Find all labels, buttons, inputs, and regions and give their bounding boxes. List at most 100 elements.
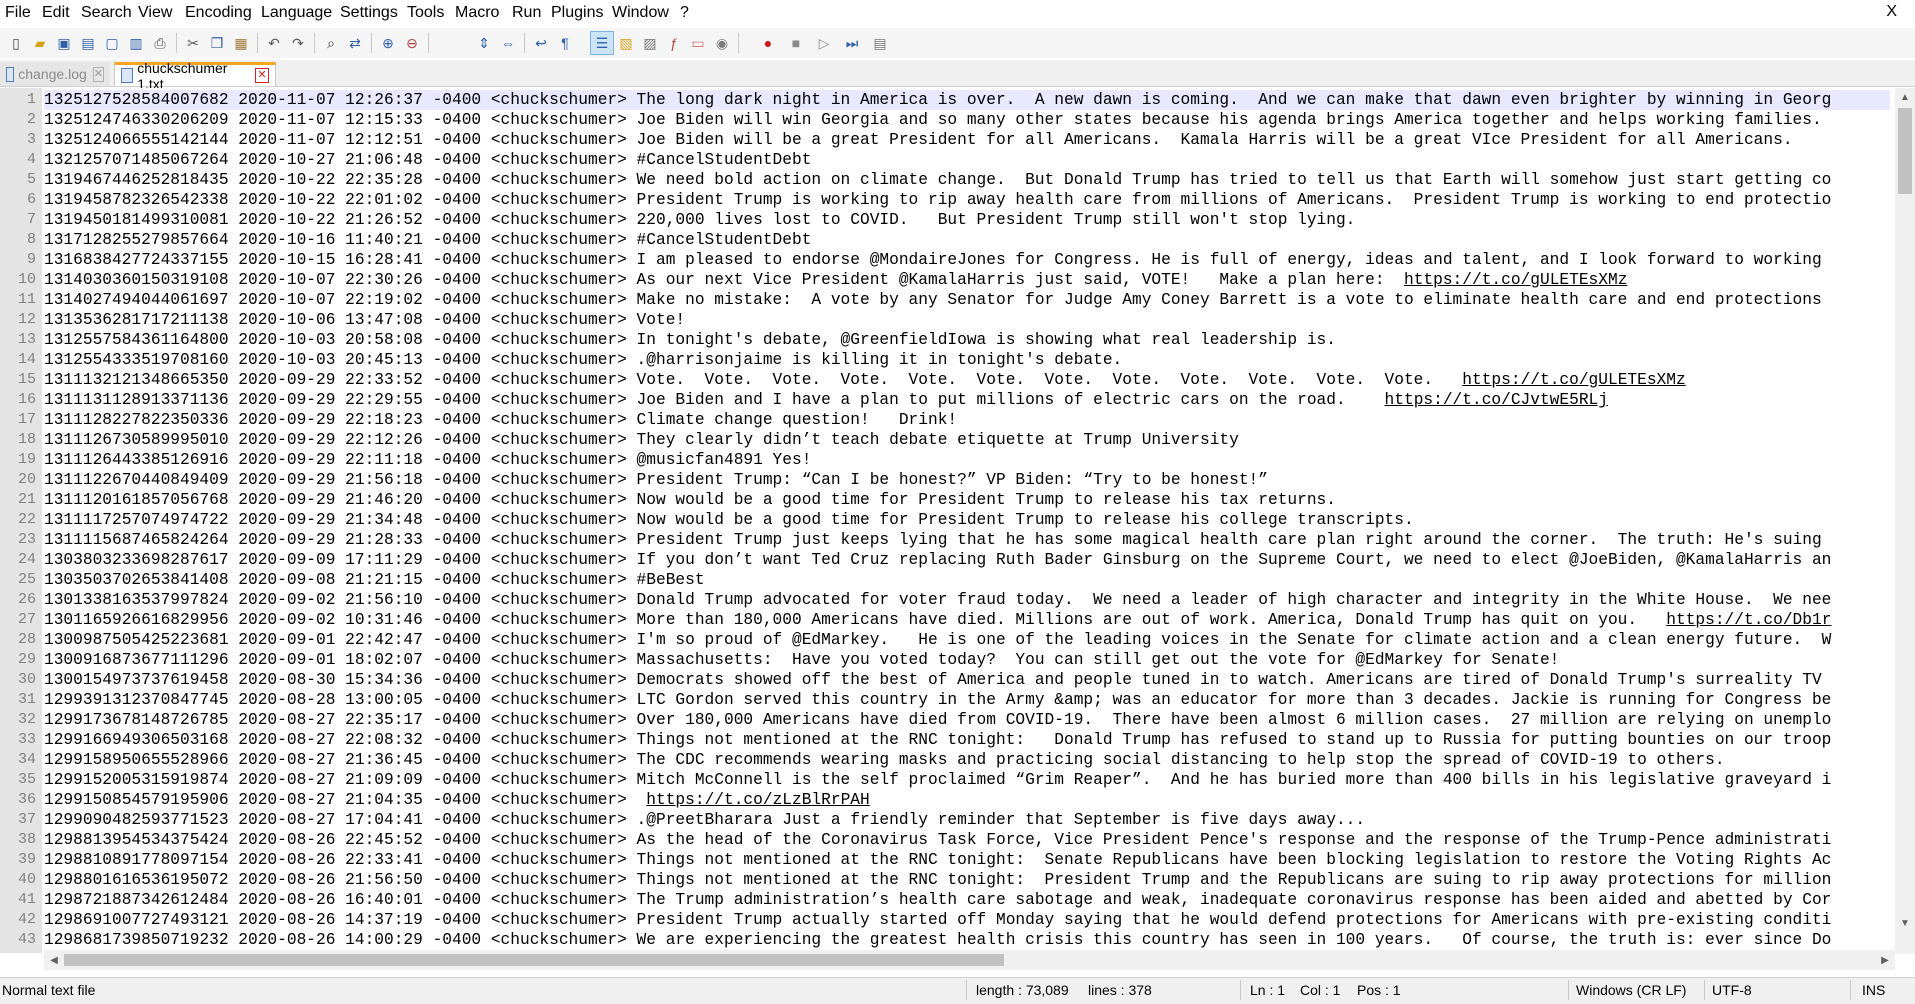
new-file-icon[interactable]: ▯ [4,31,28,55]
text-line[interactable]: 1301338163537997824 2020-09-02 21:56:10 … [44,590,1831,610]
menu-plugins[interactable]: Plugins [551,4,603,22]
menu-file[interactable]: File [5,4,31,22]
print-icon[interactable]: ⎙ [148,31,172,55]
menu-search[interactable]: Search [81,4,132,22]
tab-close-icon[interactable]: ✕ [254,68,269,83]
text-line[interactable]: 1301165926616829956 2020-09-02 10:31:46 … [44,610,1831,630]
sync-horizontal-icon[interactable]: ⇔ [496,31,520,55]
tab-change-log[interactable]: change.log ✕ [0,62,110,86]
copy-icon[interactable]: ❐ [205,31,229,55]
text-line[interactable]: 1311126730589995010 2020-09-29 22:12:26 … [44,430,1239,450]
text-line[interactable]: 1300154973737619458 2020-08-30 15:34:36 … [44,670,1822,690]
scroll-right-icon[interactable]: ▶ [1875,951,1895,969]
paste-icon[interactable]: ▦ [229,31,253,55]
text-line[interactable]: 1317128255279857664 2020-10-16 11:40:21 … [44,230,811,250]
text-line[interactable]: 1303503702653841408 2020-09-08 21:21:15 … [44,570,705,590]
zoom-in-icon[interactable]: ⊕ [376,31,400,55]
text-editor[interactable]: 1 2 3 4 5 6 7 8 9 10 11 12 13 14 15 16 17 18 19 20 21 22 23 24 2… [0,88,1915,953]
text-line[interactable]: 1298681739850719232 2020-08-26 14:00:29 … [44,930,1831,950]
text-line[interactable]: 1303803233698287617 2020-09-09 17:11:29 … [44,550,1831,570]
text-line[interactable]: 1299150854579195906 2020-08-27 21:04:35 … [44,790,870,810]
text-line[interactable]: 1299391312370847745 2020-08-28 13:00:05 … [44,690,1831,710]
close-all-icon[interactable]: ▥ [124,31,148,55]
text-line[interactable]: 1311132121348665350 2020-09-29 22:33:52 … [44,370,1686,390]
save-icon[interactable]: ▣ [52,31,76,55]
horizontal-scroll-thumb[interactable] [64,954,1004,966]
text-line[interactable]: 1298691007727493121 2020-08-26 14:37:19 … [44,910,1831,930]
indent-guide-icon[interactable]: ☰ [590,31,614,55]
tab-close-icon[interactable]: ✕ [92,66,104,82]
text-line[interactable]: 1325124746330206209 2020-11-07 12:15:33 … [44,110,1822,130]
redo-icon[interactable]: ↷ [286,31,310,55]
url-link[interactable]: https://t.co/Db1r [1666,611,1831,629]
show-all-chars-icon[interactable]: ¶ [553,31,577,55]
text-line[interactable]: 1319450181499310081 2020-10-22 21:26:52 … [44,210,1355,230]
text-line[interactable]: 1311126443385126916 2020-09-29 22:11:18 … [44,450,811,470]
text-line[interactable]: 1311120161857056768 2020-09-29 21:46:20 … [44,490,1336,510]
menu-edit[interactable]: Edit [42,4,70,22]
scroll-left-icon[interactable]: ◀ [44,951,64,969]
text-line[interactable]: 1299152005315919874 2020-08-27 21:09:09 … [44,770,1831,790]
cut-icon[interactable]: ✂ [181,31,205,55]
text-line[interactable]: 1319467446252818435 2020-10-22 22:35:28 … [44,170,1831,190]
menu-help[interactable]: ? [680,4,689,22]
menu-tools[interactable]: Tools [407,4,444,22]
run-macro-multiple-icon[interactable]: ⏭ [840,31,864,55]
save-macro-icon[interactable]: ▤ [868,31,892,55]
save-all-icon[interactable]: ▤ [76,31,100,55]
vertical-scroll-thumb[interactable] [1898,108,1912,194]
play-macro-icon[interactable]: ▷ [812,31,836,55]
undo-icon[interactable]: ↶ [262,31,286,55]
sync-vertical-icon[interactable]: ⇕ [472,31,496,55]
text-line[interactable]: 1300987505425223681 2020-09-01 22:42:47 … [44,630,1831,650]
text-content[interactable]: 1325127528584007682 2020-11-07 12:26:37 … [44,88,1890,950]
text-line[interactable]: 1314030360150319108 2020-10-07 22:30:26 … [44,270,1627,290]
text-line[interactable]: 1299166949306503168 2020-08-27 22:08:32 … [44,730,1831,750]
text-line[interactable]: 1311128227822350336 2020-09-29 22:18:23 … [44,410,957,430]
text-line[interactable]: 1311122670440849409 2020-09-29 21:56:18 … [44,470,1268,490]
text-line[interactable]: 1325124066555142144 2020-11-07 12:12:51 … [44,130,1793,150]
close-window-icon[interactable]: X [1886,3,1897,21]
zoom-out-icon[interactable]: ⊖ [400,31,424,55]
menu-macro[interactable]: Macro [455,4,499,22]
url-link[interactable]: https://t.co/gULETEsXMz [1462,371,1685,389]
document-map-icon[interactable]: ▨ [638,31,662,55]
monitoring-icon[interactable]: ◉ [710,31,734,55]
text-line[interactable]: 1311117257074974722 2020-09-29 21:34:48 … [44,510,1414,530]
text-line[interactable]: 1299090482593771523 2020-08-27 17:04:41 … [44,810,1365,830]
scroll-down-icon[interactable]: ▼ [1895,914,1915,932]
text-line[interactable]: 1300916873677111296 2020-09-01 18:02:07 … [44,650,1559,670]
record-macro-icon[interactable]: ● [756,31,780,55]
text-line[interactable]: 1312554333519708160 2020-10-03 20:45:13 … [44,350,1122,370]
url-link[interactable]: https://t.co/zLzBlRrPAH [646,791,869,809]
text-line[interactable]: 1298813954534375424 2020-08-26 22:45:52 … [44,830,1831,850]
text-line[interactable]: 1299158950655528966 2020-08-27 21:36:45 … [44,750,1725,770]
text-line[interactable]: 1298721887342612484 2020-08-26 16:40:01 … [44,890,1831,910]
text-line[interactable]: 1298801616536195072 2020-08-26 21:56:50 … [44,870,1831,890]
find-icon[interactable]: ⌕ [319,31,343,55]
text-line[interactable]: 1316838427724337155 2020-10-15 16:28:41 … [44,250,1822,270]
open-file-icon[interactable]: ▰ [28,31,52,55]
text-line[interactable]: 1298810891778097154 2020-08-26 22:33:41 … [44,850,1831,870]
horizontal-scrollbar[interactable]: ◀ ▶ [44,950,1895,970]
close-file-icon[interactable]: ▢ [100,31,124,55]
text-line[interactable]: 1321257071485067264 2020-10-27 21:06:48 … [44,150,811,170]
user-defined-lang-icon[interactable]: ▧ [614,31,638,55]
replace-icon[interactable]: ⇄ [343,31,367,55]
tab-chuckschumer[interactable]: chuckschumer 1.txt ✕ [114,60,276,92]
text-line[interactable]: 1313536281717211138 2020-10-06 13:47:08 … [44,310,685,330]
folder-workspace-icon[interactable]: ▭ [686,31,710,55]
scroll-up-icon[interactable]: ▲ [1895,88,1915,106]
function-list-icon[interactable]: ƒ [662,31,686,55]
url-link[interactable]: https://t.co/gULETEsXMz [1404,271,1627,289]
stop-macro-icon[interactable]: ■ [784,31,808,55]
text-line[interactable]: 1299173678148726785 2020-08-27 22:35:17 … [44,710,1831,730]
menu-view[interactable]: View [138,4,172,22]
text-line[interactable]: 1311131128913371136 2020-09-29 22:29:55 … [44,390,1608,410]
menu-encoding[interactable]: Encoding [185,4,252,22]
url-link[interactable]: https://t.co/CJvtwE5RLj [1385,391,1608,409]
menu-settings[interactable]: Settings [340,4,398,22]
menu-language[interactable]: Language [261,4,332,22]
menu-run[interactable]: Run [512,4,541,22]
text-line[interactable]: 1319458782326542338 2020-10-22 22:01:02 … [44,190,1831,210]
